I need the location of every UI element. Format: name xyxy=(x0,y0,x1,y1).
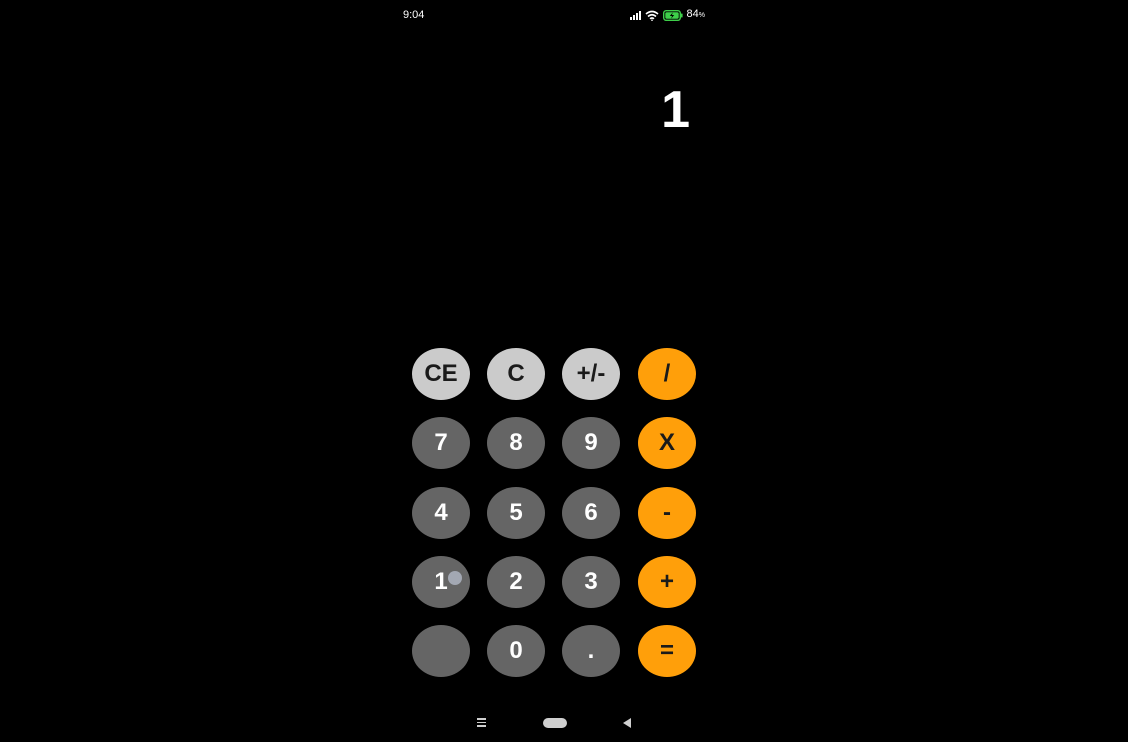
digit-5-button[interactable]: 5 xyxy=(487,487,545,539)
wifi-icon xyxy=(645,10,659,21)
navigation-bar xyxy=(392,710,714,736)
signal-icon xyxy=(629,10,641,20)
multiply-button[interactable]: X xyxy=(638,417,696,469)
subtract-button[interactable]: - xyxy=(638,487,696,539)
digit-4-button[interactable]: 4 xyxy=(412,487,470,539)
status-time: 9:04 xyxy=(403,9,425,21)
touch-indicator xyxy=(448,571,462,585)
clear-entry-button[interactable]: CE xyxy=(412,348,470,400)
status-bar: 9:04 84% xyxy=(392,0,714,32)
digit-1-button[interactable]: 1 xyxy=(412,556,470,608)
digit-1-label: 1 xyxy=(434,568,448,595)
toggle-sign-button[interactable]: +/- xyxy=(562,348,620,400)
digit-2-button[interactable]: 2 xyxy=(487,556,545,608)
status-icons: 84% xyxy=(629,8,705,22)
equals-button[interactable]: = xyxy=(638,625,696,677)
digit-9-button[interactable]: 9 xyxy=(562,417,620,469)
clear-button[interactable]: C xyxy=(487,348,545,400)
digit-6-button[interactable]: 6 xyxy=(562,487,620,539)
calculator-screen: 9:04 84% 1 CE C +/- / 7 8 9 X 4 5 6 - 1 … xyxy=(392,0,714,742)
menu-icon[interactable] xyxy=(477,718,486,729)
decimal-button[interactable]: . xyxy=(562,625,620,677)
home-icon[interactable] xyxy=(543,718,567,728)
digit-7-button[interactable]: 7 xyxy=(412,417,470,469)
battery-charging-icon xyxy=(662,9,683,21)
battery-percent: 84% xyxy=(686,8,705,20)
digit-3-button[interactable]: 3 xyxy=(562,556,620,608)
back-icon[interactable] xyxy=(623,718,631,728)
digit-8-button[interactable]: 8 xyxy=(487,417,545,469)
add-button[interactable]: + xyxy=(638,556,696,608)
divide-button[interactable]: / xyxy=(638,348,696,400)
calculator-display: 1 xyxy=(661,81,690,139)
digit-0-button[interactable]: 0 xyxy=(487,625,545,677)
blank-button[interactable] xyxy=(412,625,470,677)
